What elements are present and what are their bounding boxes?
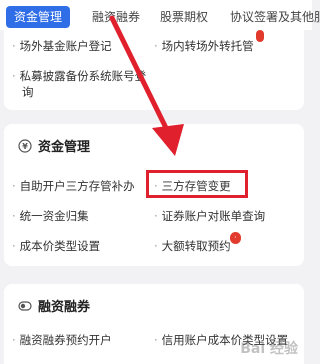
margin-section-title: 融资融券 — [18, 296, 90, 315]
bullet-icon: · — [154, 239, 158, 253]
item-private-disclosure-account[interactable]: · 私募披露备份系统账号登 — [12, 68, 146, 84]
bullet-icon: · — [154, 39, 158, 53]
item-onsite-to-offsite-transfer[interactable]: · 场内转场外转托管 — [154, 38, 254, 54]
item-query-continuation: 询 — [22, 85, 34, 99]
tab-agreements-other[interactable]: 协议签署及其他服 — [230, 6, 320, 28]
notification-badge: · — [230, 232, 241, 244]
coin-icon: ¥ — [18, 138, 32, 153]
bullet-icon: · — [12, 39, 16, 53]
fund-section-title: ¥ 资金管理 — [18, 136, 90, 155]
bullet-icon: · — [12, 333, 16, 347]
top-card: · 场外基金账户登记 · 场内转场外转托管 · 私募披露备份系统账号登 询 — [4, 30, 304, 110]
item-offsite-fund-registration[interactable]: · 场外基金账户登记 — [12, 38, 112, 54]
item-large-withdraw-booking[interactable]: · 大额转取预约 — [154, 238, 231, 254]
bullet-icon: · — [12, 179, 16, 193]
item-cost-price-setting[interactable]: · 成本价类型设置 — [12, 238, 100, 254]
new-badge — [256, 30, 264, 42]
bullet-icon: · — [12, 239, 16, 253]
tab-bar: 资金管理 融资融券 股票期权 协议签署及其他服 — [0, 0, 320, 30]
bullet-icon: · — [12, 209, 16, 223]
watermark-logo: Bai 经验 — [240, 341, 298, 357]
item-fund-consolidation[interactable]: · 统一资金归集 — [12, 208, 89, 224]
item-self-open-custody[interactable]: · 自助开户三方存管补办 — [12, 178, 135, 194]
annotation-highlight-box — [146, 170, 248, 198]
tab-stock-options[interactable]: 股票期权 — [160, 6, 208, 28]
bullet-icon: · — [154, 209, 158, 223]
tab-fund-management[interactable]: 资金管理 — [6, 6, 71, 28]
svg-text:¥: ¥ — [22, 142, 28, 151]
toggle-icon — [18, 300, 32, 311]
item-account-statement[interactable]: · 证券账户对账单查询 — [154, 208, 265, 224]
item-margin-account-booking[interactable]: · 融资融券预约开户 — [12, 332, 112, 348]
bullet-icon: · — [12, 69, 16, 83]
bullet-icon: · — [154, 333, 158, 347]
tab-margin-trading[interactable]: 融资融券 — [92, 6, 140, 28]
